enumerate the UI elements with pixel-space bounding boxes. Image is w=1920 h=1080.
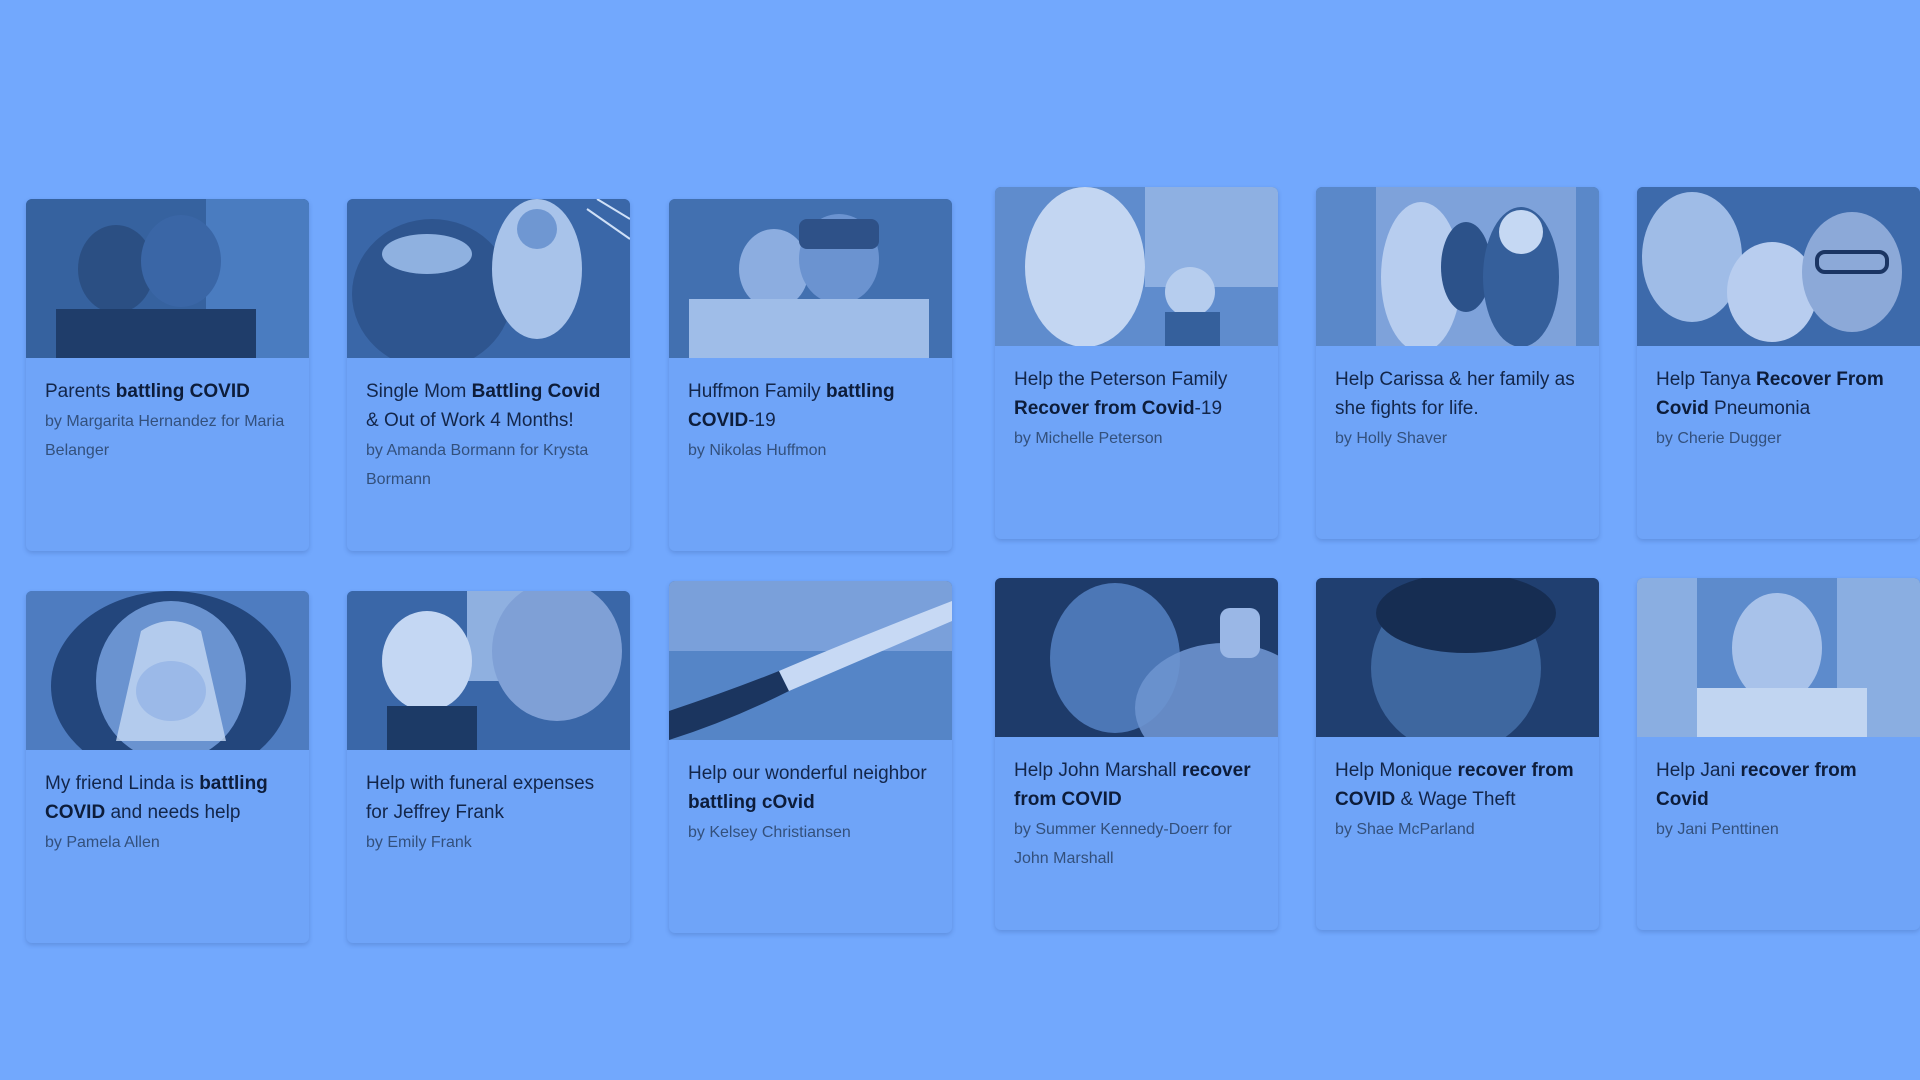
card-title[interactable]: Help Monique recover from COVID & Wage T…: [1335, 756, 1580, 814]
oxygen-mask-photo[interactable]: [26, 591, 309, 750]
card-title[interactable]: Help with funeral expenses for Jeffrey F…: [366, 769, 611, 827]
card-byline: by Shae McParland: [1335, 821, 1475, 838]
fundraiser-card[interactable]: Single Mom Battling Covid & Out of Work …: [347, 199, 630, 551]
card-byline: by Kelsey Christiansen: [688, 824, 851, 841]
fundraiser-card[interactable]: Help Tanya Recover From Covid Pneumonia …: [1637, 187, 1920, 539]
drummer-photo[interactable]: [995, 578, 1278, 737]
fundraiser-card[interactable]: Help with funeral expenses for Jeffrey F…: [347, 591, 630, 943]
family-christmas-photo[interactable]: [1316, 187, 1599, 346]
card-byline: by Summer Kennedy-Doerr for John Marshal…: [1014, 821, 1232, 867]
fundraiser-card[interactable]: Help Carissa & her family as she fights …: [1316, 187, 1599, 539]
card-title[interactable]: Huffmon Family battling COVID-19: [688, 377, 933, 435]
fundraiser-card[interactable]: Help Jani recover from Covid by Jani Pen…: [1637, 578, 1920, 930]
card-byline: by Pamela Allen: [45, 834, 160, 851]
fundraiser-card[interactable]: Huffmon Family battling COVID-19 by Niko…: [669, 199, 952, 551]
card-title[interactable]: Help John Marshall recover from COVID: [1014, 756, 1259, 814]
card-title[interactable]: Help the Peterson Family Recover from Co…: [1014, 365, 1259, 423]
card-byline: by Emily Frank: [366, 834, 472, 851]
card-byline: by Holly Shaver: [1335, 430, 1448, 447]
selfie-photo[interactable]: [1637, 187, 1920, 346]
fundraiser-card[interactable]: Parents battling COVID by Margarita Hern…: [26, 199, 309, 551]
grandfather-baby-photo[interactable]: [347, 591, 630, 750]
fundraiser-card[interactable]: Help John Marshall recover from COVID by…: [995, 578, 1278, 930]
card-byline: by Margarita Hernandez for Maria Belange…: [45, 413, 285, 459]
hospital-bed-photo[interactable]: [1637, 578, 1920, 737]
card-title[interactable]: Help Tanya Recover From Covid Pneumonia: [1656, 365, 1901, 423]
card-title[interactable]: Help Jani recover from Covid: [1656, 756, 1901, 814]
card-byline: by Nikolas Huffmon: [688, 442, 827, 459]
card-byline: by Jani Penttinen: [1656, 821, 1779, 838]
card-title[interactable]: Parents battling COVID: [45, 377, 290, 406]
mother-daughter-photo[interactable]: [995, 187, 1278, 346]
card-byline: by Amanda Bormann for Krysta Bormann: [366, 442, 589, 488]
card-byline: by Michelle Peterson: [1014, 430, 1163, 447]
fundraiser-card[interactable]: Help Monique recover from COVID & Wage T…: [1316, 578, 1599, 930]
fundraiser-card[interactable]: Help the Peterson Family Recover from Co…: [995, 187, 1278, 539]
portrait-photo[interactable]: [1316, 578, 1599, 737]
card-title[interactable]: My friend Linda is battling COVID and ne…: [45, 769, 290, 827]
fundraiser-card[interactable]: My friend Linda is battling COVID and ne…: [26, 591, 309, 943]
card-byline: by Cherie Dugger: [1656, 430, 1782, 447]
card-title[interactable]: Help Carissa & her family as she fights …: [1335, 365, 1580, 423]
holding-hands-photo[interactable]: [669, 581, 952, 740]
fundraiser-grid: Parents battling COVID by Margarita Hern…: [0, 0, 1920, 1080]
halloween-photo[interactable]: [347, 199, 630, 358]
fundraiser-card[interactable]: Help our wonderful neighbor battling cOv…: [669, 581, 952, 933]
card-title[interactable]: Help our wonderful neighbor battling cOv…: [688, 759, 933, 817]
card-title[interactable]: Single Mom Battling Covid & Out of Work …: [366, 377, 611, 435]
hospital-family-photo[interactable]: [669, 199, 952, 358]
couple-photo[interactable]: [26, 199, 309, 358]
